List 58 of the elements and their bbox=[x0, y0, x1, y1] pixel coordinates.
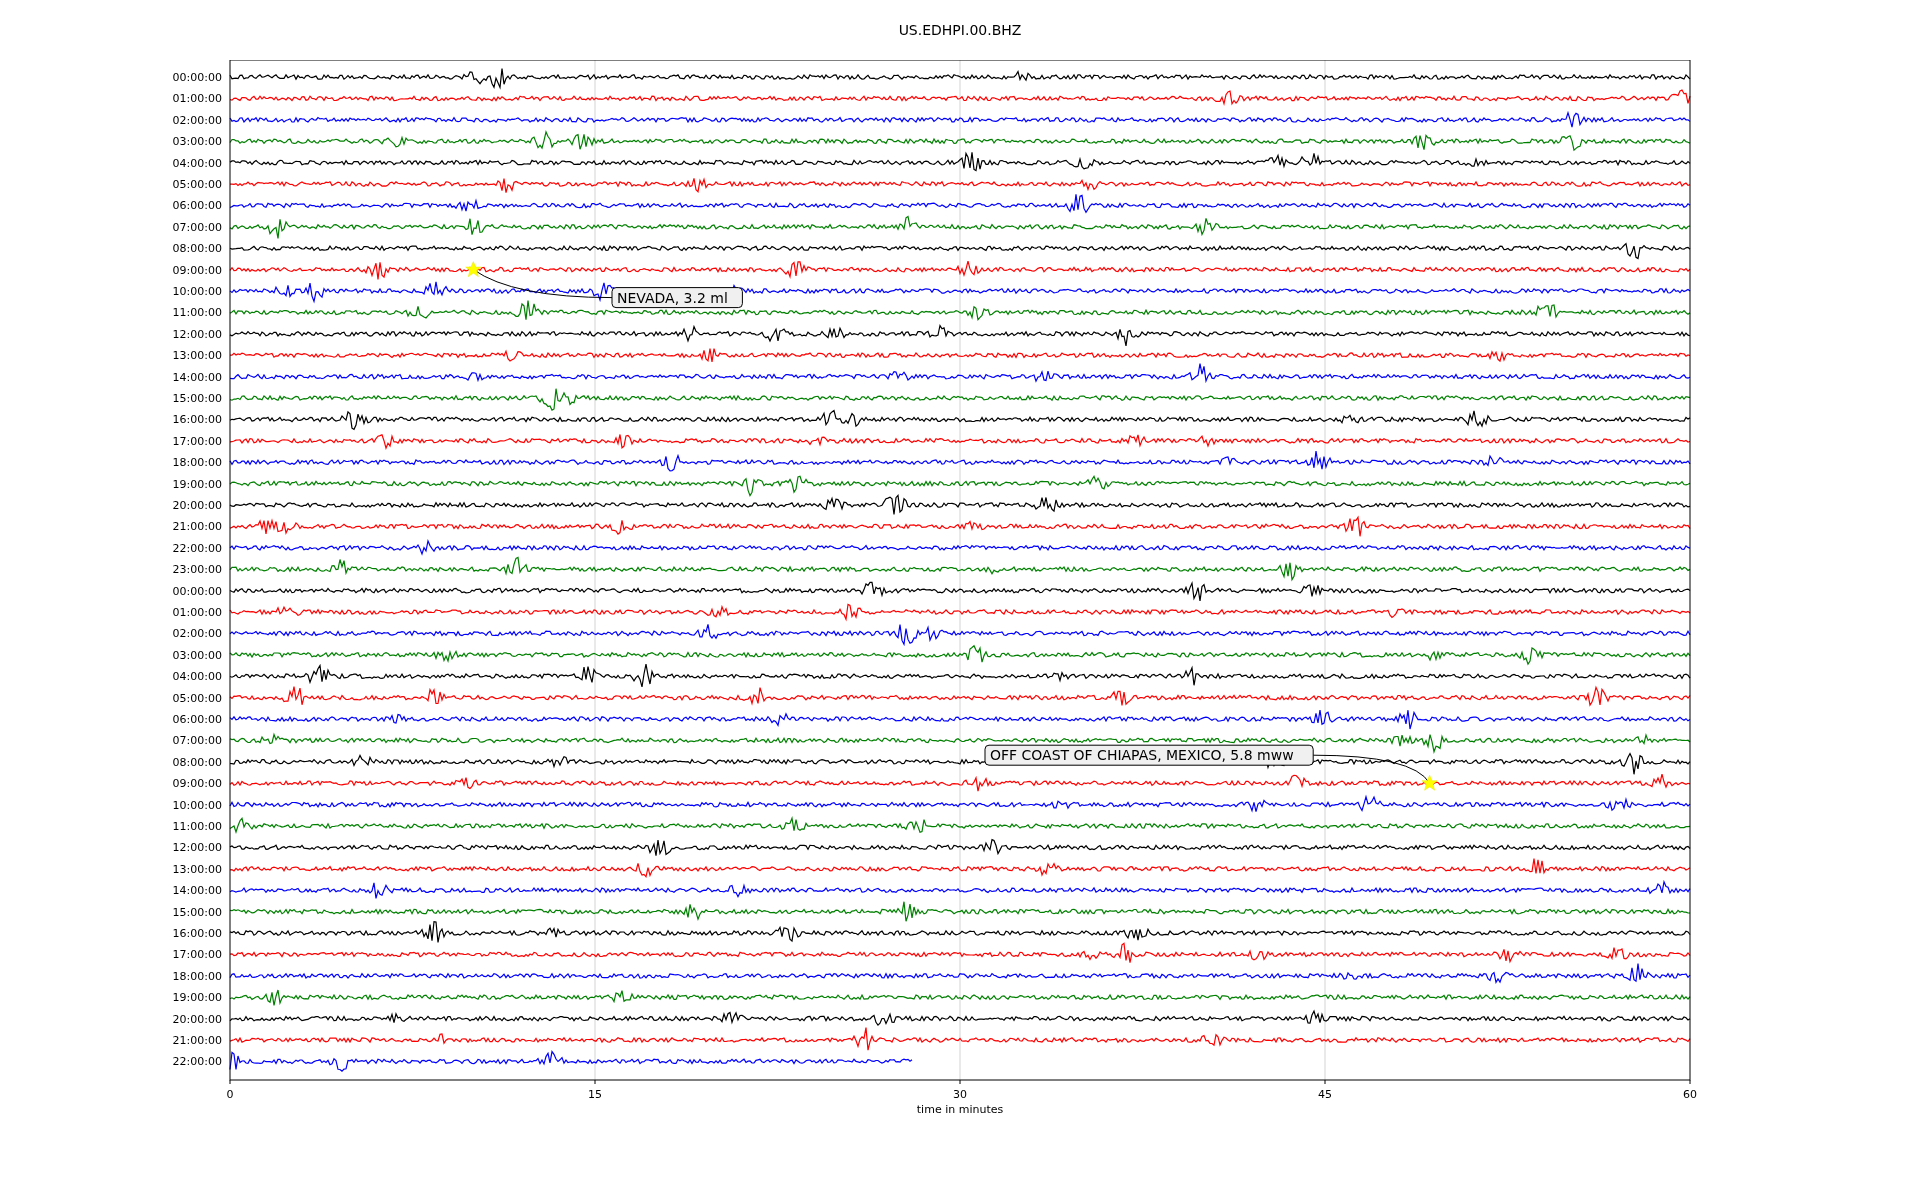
y-tick-label: 02:00:00 bbox=[172, 627, 222, 641]
y-tick-label: 01:00:00 bbox=[172, 92, 222, 106]
y-tick-label: 00:00:00 bbox=[172, 584, 222, 598]
y-tick-label: 08:00:00 bbox=[172, 755, 222, 769]
y-tick-label: 10:00:00 bbox=[172, 285, 222, 298]
y-tick-label: 20:00:00 bbox=[172, 1012, 222, 1026]
event-label: OFF COAST OF CHIAPAS, MEXICO, 5.8 mww bbox=[984, 744, 1314, 766]
y-tick-label: 04:00:00 bbox=[172, 670, 222, 684]
y-tick-label: 02:00:00 bbox=[172, 113, 222, 127]
y-tick-label: 06:00:00 bbox=[172, 199, 222, 213]
y-tick-label: 23:00:00 bbox=[172, 563, 222, 577]
y-tick-label: 09:00:00 bbox=[172, 263, 222, 277]
y-tick-label: 15:00:00 bbox=[172, 905, 222, 919]
y-tick-label: 18:00:00 bbox=[172, 969, 222, 983]
y-tick-label: 22:00:00 bbox=[172, 1055, 222, 1069]
y-tick-label: 14:00:00 bbox=[172, 884, 222, 898]
y-tick-label: 01:00:00 bbox=[172, 606, 222, 619]
star-icon bbox=[465, 261, 482, 277]
y-tick-label: 11:00:00 bbox=[172, 820, 222, 833]
star-icon bbox=[1421, 774, 1438, 791]
y-tick-label: 07:00:00 bbox=[172, 734, 222, 748]
y-tick-label: 06:00:00 bbox=[172, 713, 222, 726]
y-tick-label: 18:00:00 bbox=[172, 456, 222, 470]
y-tick-label: 21:00:00 bbox=[172, 1034, 222, 1047]
y-tick-label: 16:00:00 bbox=[172, 413, 222, 427]
y-tick-label: 14:00:00 bbox=[172, 370, 222, 384]
x-tick-label: 30 bbox=[953, 1088, 967, 1101]
x-tick-label: 0 bbox=[226, 1088, 234, 1101]
y-tick-label: 12:00:00 bbox=[172, 327, 222, 341]
y-tick-label: 04:00:00 bbox=[172, 156, 222, 170]
y-tick-label: 05:00:00 bbox=[172, 691, 222, 705]
y-tick-label: 15:00:00 bbox=[172, 392, 222, 405]
y-tick-label: 03:00:00 bbox=[172, 135, 222, 149]
y-tick-label: 09:00:00 bbox=[172, 777, 222, 791]
y-tick-label: 07:00:00 bbox=[172, 220, 222, 234]
x-axis-label: time in minutes bbox=[916, 1103, 1004, 1116]
y-tick-label: 13:00:00 bbox=[172, 862, 222, 876]
y-tick-label: 00:00:00 bbox=[172, 71, 222, 84]
y-tick-label: 13:00:00 bbox=[172, 349, 222, 363]
y-tick-label: 11:00:00 bbox=[172, 306, 222, 320]
y-tick-label: 16:00:00 bbox=[172, 927, 222, 940]
y-tick-label: 08:00:00 bbox=[172, 242, 222, 256]
x-tick-label: 15 bbox=[588, 1088, 602, 1101]
x-tick-label: 45 bbox=[1318, 1088, 1332, 1101]
y-tick-label: 19:00:00 bbox=[172, 477, 222, 491]
y-tick-label: 10:00:00 bbox=[172, 798, 222, 812]
y-tick-label: 12:00:00 bbox=[172, 841, 222, 855]
y-tick-label: 19:00:00 bbox=[172, 991, 222, 1005]
y-tick-label: 03:00:00 bbox=[172, 648, 222, 662]
y-tick-label: 21:00:00 bbox=[172, 520, 222, 534]
plot-title: US.EDHPI.00.BHZ bbox=[898, 22, 1022, 40]
event-label: NEVADA, 3.2 ml bbox=[611, 287, 743, 309]
y-tick-label: 17:00:00 bbox=[172, 948, 222, 962]
y-tick-label: 20:00:00 bbox=[172, 499, 222, 512]
y-tick-label: 22:00:00 bbox=[172, 541, 222, 555]
x-tick-label: 60 bbox=[1683, 1088, 1697, 1101]
y-tick-label: 05:00:00 bbox=[172, 178, 222, 191]
y-tick-label: 17:00:00 bbox=[172, 434, 222, 448]
